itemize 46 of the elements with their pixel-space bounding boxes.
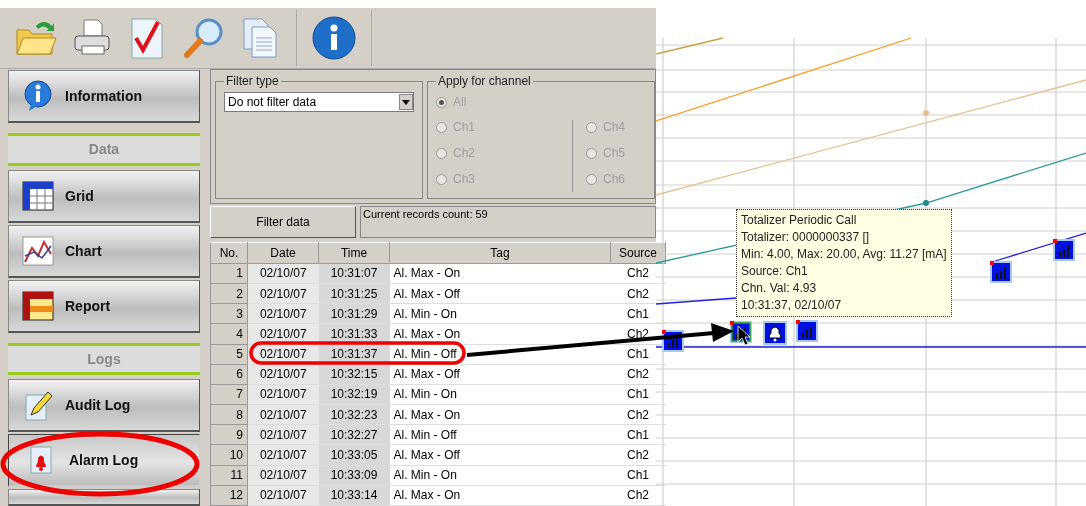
tooltip-line: 10:31:37, 02/10/07 <box>741 297 843 314</box>
mouse-cursor-icon <box>737 325 751 346</box>
grid-icon <box>22 180 54 211</box>
table-cell: 8 <box>210 404 248 425</box>
column-header[interactable]: Date <box>247 242 319 264</box>
table-cell: 7 <box>210 384 248 405</box>
info-bubble-icon <box>23 80 53 112</box>
bell-document-icon <box>29 445 55 475</box>
table-cell: 6 <box>210 364 248 385</box>
table-cell: 2 <box>210 283 248 304</box>
sidebar-item[interactable]: Information <box>8 70 200 123</box>
tooltip-line: Source: Ch1 <box>741 263 809 280</box>
table-cell: 10 <box>210 444 248 466</box>
event-marker-icon[interactable] <box>796 320 818 342</box>
pencil-document-icon <box>23 389 53 421</box>
sidebar-item[interactable]: Audit Log <box>8 379 200 432</box>
table-cell: 11 <box>210 465 248 486</box>
records-count-text: Current records count: 59 <box>360 206 656 238</box>
report-table-icon <box>22 290 54 321</box>
tooltip-line: Totalizer Periodic Call <box>741 212 858 229</box>
filter-type-dropdown[interactable]: Do not filter data <box>224 92 414 112</box>
event-marker-icon[interactable] <box>1053 239 1075 261</box>
line-chart-icon <box>22 235 54 266</box>
group-label: Filter type <box>225 74 280 88</box>
filter-data-button[interactable]: Filter data <box>210 206 356 238</box>
table-cell: 9 <box>210 424 248 445</box>
table-cell: 4 <box>210 323 248 344</box>
column-header[interactable]: Tag <box>389 242 611 264</box>
table-cell: 1 <box>210 263 248 284</box>
section-header: Logs <box>8 342 200 375</box>
table-cell: 12 <box>210 485 248 506</box>
bell-marker-icon[interactable] <box>763 321 787 345</box>
sidebar-item[interactable]: Report <box>8 279 200 333</box>
section-header: Data <box>8 133 200 166</box>
column-header[interactable]: Time <box>318 242 390 264</box>
sidebar-item[interactable]: Chart <box>8 224 200 278</box>
tooltip-line: Min: 4.00, Max: 20.00, Avg: 11.27 [mA] <box>741 246 947 263</box>
column-header[interactable]: No. <box>210 242 248 264</box>
group-label: Apply for channel <box>437 74 532 88</box>
column-header[interactable]: Source <box>610 242 666 264</box>
event-marker-icon[interactable] <box>990 261 1012 283</box>
sidebar-item[interactable]: Grid <box>8 169 200 223</box>
table-cell: 3 <box>210 303 248 324</box>
tooltip-line: Totalizer: 0000000337 [] <box>741 229 871 246</box>
table-cell: 5 <box>210 344 248 365</box>
tooltip-line: Chn. Val: 4.93 <box>741 280 818 297</box>
